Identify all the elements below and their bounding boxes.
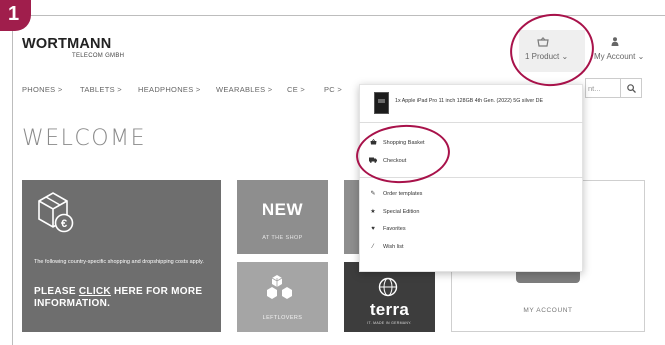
brand-subtitle: TELECOM GMBH	[72, 53, 125, 59]
magic-wand-icon: ⁄	[372, 244, 374, 250]
nav-pc[interactable]: PC >	[324, 85, 349, 94]
nav-ce[interactable]: CE >	[287, 85, 324, 94]
nav-wearables[interactable]: WEARABLES >	[216, 85, 287, 94]
new-tile-subtitle: AT THE SHOP	[262, 235, 303, 241]
leftlovers-label: LEFTLOVERS	[262, 315, 303, 321]
brand-logo[interactable]: WORTMANN	[22, 36, 111, 52]
svg-text:€: €	[61, 218, 67, 230]
heart-icon: ♥	[371, 226, 375, 232]
boxes-icon	[267, 275, 292, 299]
click-here-link[interactable]: CLICK	[79, 286, 111, 297]
pencil-icon: ✎	[370, 191, 376, 197]
menu-item-wish-list[interactable]: ⁄ Wish list	[369, 244, 403, 250]
terra-logo: terra	[369, 300, 410, 319]
search-icon	[627, 84, 636, 93]
search-input[interactable]: nt...	[585, 78, 621, 98]
package-euro-icon: €	[38, 192, 74, 233]
menu-item-special-edition[interactable]: ★ Special Edition	[369, 208, 419, 216]
shipping-info-text: The following country-specific shopping …	[34, 259, 204, 265]
search-button[interactable]	[620, 78, 642, 98]
welcome-heading: WELCOME	[22, 126, 146, 151]
step-badge: 1	[0, 0, 31, 31]
globe-icon	[378, 277, 398, 297]
star-icon: ★	[370, 209, 376, 215]
menu-item-favorites[interactable]: ♥ Favorites	[369, 226, 405, 232]
shipping-info-cta[interactable]: PLEASE CLICK HERE FOR MORE INFORMATION.	[34, 286, 214, 309]
account-menu[interactable]: My Account ⌄	[594, 52, 644, 61]
my-account-tile-label: MY ACCOUNT	[523, 307, 573, 314]
frame-border-left	[12, 15, 13, 345]
product-thumbnail[interactable]	[374, 92, 389, 114]
user-icon	[611, 37, 619, 46]
cart-product-item[interactable]: 1x Apple iPad Pro 11 inch 128GB 4th Gen.…	[395, 98, 543, 104]
terra-tagline: IT. MADE IN GERMANY.	[367, 321, 412, 325]
menu-item-order-templates[interactable]: ✎ Order templates	[369, 190, 422, 198]
new-tile-title: NEW	[261, 200, 304, 219]
nav-phones[interactable]: PHONES >	[22, 85, 80, 94]
dropdown-divider	[359, 122, 583, 123]
nav-headphones[interactable]: HEADPHONES >	[138, 85, 216, 94]
nav-tablets[interactable]: TABLETS >	[80, 85, 138, 94]
main-navigation: PHONES > TABLETS > HEADPHONES > WEARABLE…	[22, 85, 349, 94]
